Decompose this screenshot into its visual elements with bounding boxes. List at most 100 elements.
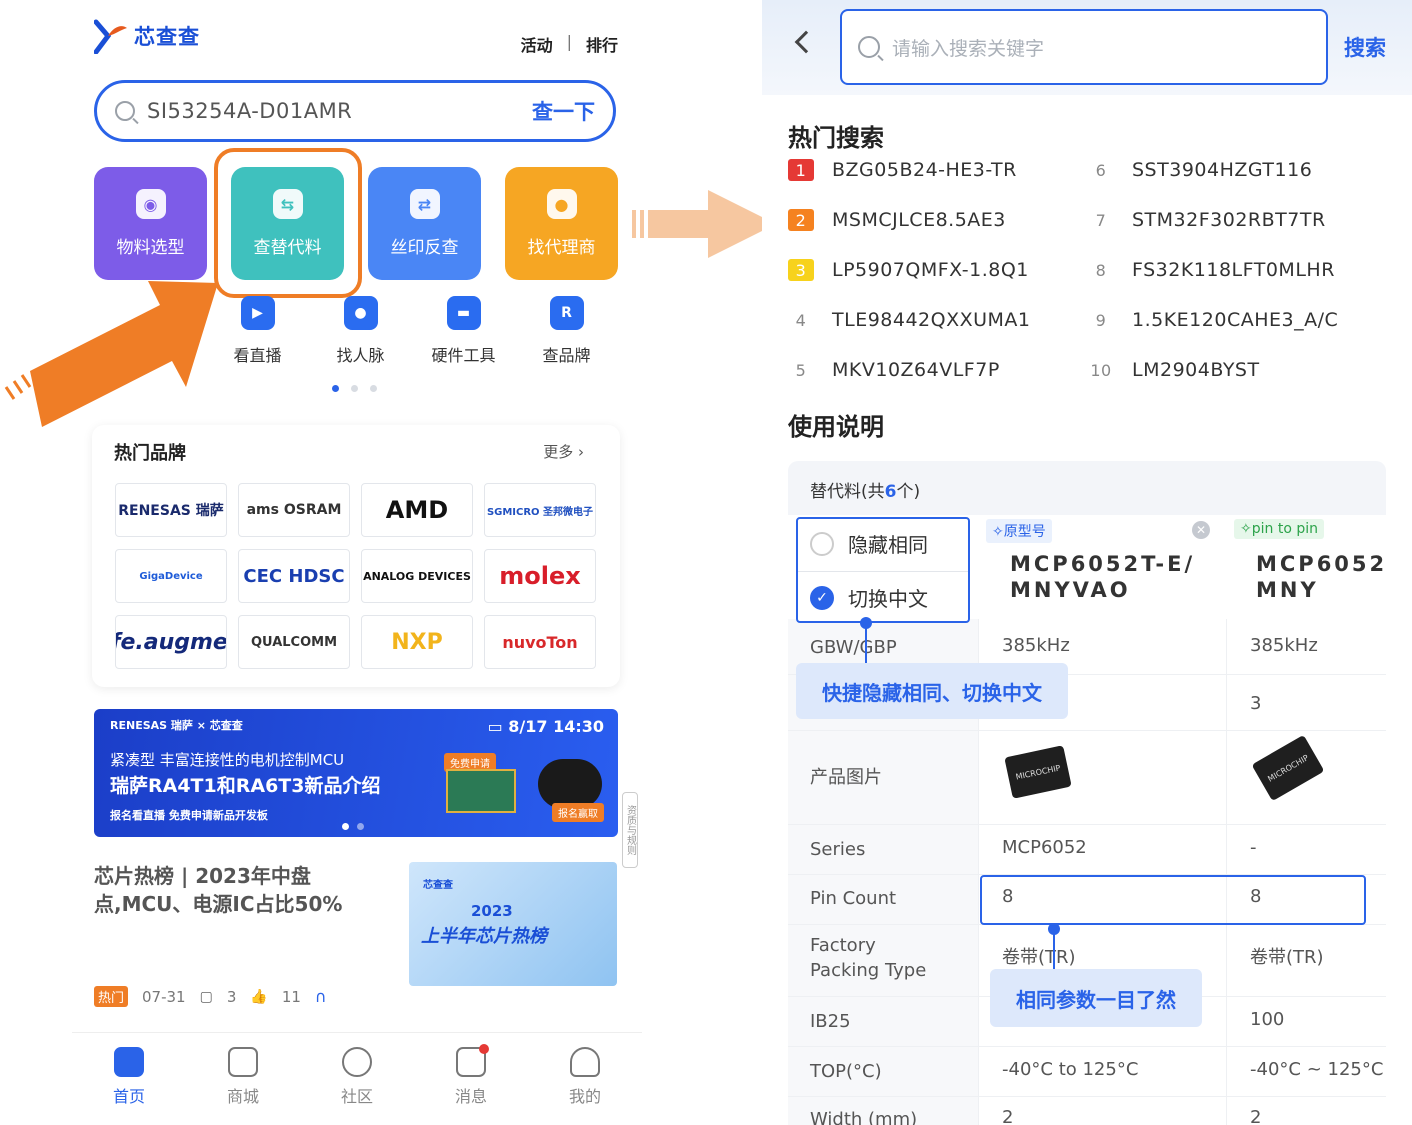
hot-item[interactable]: 7 STM32F302RBT7TR [1088, 209, 1326, 231]
value-alt: 385kHz [1250, 635, 1318, 656]
search-button[interactable]: 搜索 [1344, 32, 1386, 62]
hot-item[interactable]: 9 1.5KE120CAHE3_A/C [1088, 309, 1338, 331]
brand-renesas[interactable]: RENESAS 瑞萨 [115, 483, 227, 537]
search-button[interactable]: 查一下 [532, 96, 595, 126]
row-width: Width (mm) 2 2 [788, 1097, 1386, 1125]
brand-molex[interactable]: molex [484, 549, 596, 603]
brand-amd[interactable]: AMD [361, 483, 473, 537]
hot-item[interactable]: 5 MKV10Z64VLF7P [788, 359, 1000, 381]
tile-marking-lookup[interactable]: ⇄ 丝印反查 [368, 167, 481, 280]
rank-badge: 4 [795, 310, 807, 330]
comment-icon[interactable]: ▢ [200, 989, 213, 1005]
brand-hdsc[interactable]: CEC HDSC [238, 549, 350, 603]
search-input[interactable]: SI53254A-D01AMR [147, 99, 532, 123]
hot-part: LM2904BYST [1132, 359, 1260, 381]
quick-tools[interactable]: ▬ 硬件工具 [412, 296, 515, 366]
banner-indicator [342, 823, 364, 830]
banner-date: ▭ 8/17 14:30 [488, 717, 604, 736]
brand-name: 芯查查 [134, 25, 200, 49]
tile-find-agent[interactable]: ● 找代理商 [505, 167, 618, 280]
qualification-tab[interactable]: 资质与规则 [622, 792, 638, 868]
original-part-header: ✧原型号 ✕ MCP6052T-E/ MNYVAO [978, 515, 1226, 619]
rank-badge: 6 [1095, 160, 1107, 180]
count-prefix: 替代料(共 [810, 482, 885, 502]
tab-label: 我的 [568, 1087, 601, 1106]
brand-nuvoton[interactable]: nuvoTon [484, 615, 596, 669]
row-label: IB25 [810, 1011, 851, 1032]
alt-part-header: ✧pin to pin MCP6052 MNY [1226, 515, 1386, 619]
article-title[interactable]: 芯片热榜 | 2023年中盘点,MCU、电源IC占比50% [94, 862, 394, 918]
hot-item[interactable]: 4 TLE98442QXXUMA1 [788, 309, 1031, 331]
logo-mark-icon [94, 19, 127, 54]
tab-profile[interactable]: 我的 [528, 1033, 642, 1125]
article-date: 07-31 [142, 987, 186, 1006]
banner-subtitle: 紧凑型 丰富连接性的电机控制MCU [110, 751, 345, 769]
hot-item[interactable]: 6 SST3904HZGT116 [1088, 159, 1312, 181]
tab-shop[interactable]: 商城 [186, 1033, 300, 1125]
row-label: Pin Count [810, 888, 897, 909]
keyword-search-box[interactable]: 请输入搜索关键字 [840, 9, 1328, 85]
article-thumbnail[interactable]: 芯查查 2023 上半年芯片热榜 [409, 862, 617, 986]
brand-analog-devices[interactable]: ANALOG DEVICES [361, 549, 473, 603]
banner-dot [357, 823, 364, 830]
count-value: 6 [884, 482, 897, 502]
tip-dot [860, 617, 872, 629]
brands-more-link[interactable]: 更多 › [543, 441, 584, 462]
rank-badge: 3 [788, 259, 814, 281]
brand-sgmicro[interactable]: SGMICRO 圣邦微电子 [484, 483, 596, 537]
comment-count: 3 [226, 987, 237, 1006]
value-original: 385kHz [1002, 635, 1070, 656]
hot-item[interactable]: 1 BZG05B24-HE3-TR [788, 159, 1017, 181]
radio-unchecked-icon [810, 531, 834, 556]
marking-lookup-icon: ⇄ [409, 189, 440, 219]
page-dot [332, 385, 339, 392]
value-alt: 2 [1250, 1107, 1262, 1125]
like-icon[interactable]: 👍 [250, 989, 267, 1005]
close-icon[interactable]: ✕ [1192, 521, 1210, 539]
pin-to-pin-tag: ✧pin to pin [1234, 519, 1324, 539]
thumb-year: 2023 [471, 902, 513, 920]
brand-gigadevice[interactable]: GigaDevice [115, 549, 227, 603]
brand-qualcomm[interactable]: QUALCOMM [238, 615, 350, 669]
tab-messages[interactable]: 消息 [414, 1033, 528, 1125]
chip-image-alt: MICROCHIP [1251, 734, 1325, 802]
hot-item[interactable]: 8 FS32K118LFT0MLHR [1088, 259, 1335, 281]
hot-item[interactable]: 2 MSMCJLCE8.5AE3 [788, 209, 1006, 231]
banner-dot [342, 823, 349, 830]
tab-home[interactable]: 首页 [72, 1033, 186, 1125]
banner-tagline: 报名看直播 免费申请新品开发板 [110, 809, 268, 822]
promo-banner[interactable]: RENESAS 瑞萨 × 芯查查 ▭ 8/17 14:30 紧凑型 丰富连接性的… [94, 709, 618, 837]
hot-part: STM32F302RBT7TR [1132, 209, 1326, 231]
tile-material-select[interactable]: ◉ 物料选型 [94, 167, 207, 280]
comparison-header: 替代料(共6个) [788, 461, 1386, 515]
community-icon [342, 1047, 372, 1077]
hot-part: SST3904HZGT116 [1132, 159, 1313, 181]
option-switch-chinese[interactable]: ✓ 切换中文 [810, 583, 928, 612]
chevron-right-icon: › [578, 443, 584, 461]
tip-same-params: 相同参数一目了然 [990, 969, 1202, 1027]
quick-brand[interactable]: R 查品牌 [515, 296, 618, 366]
quick-contacts[interactable]: ● 找人脉 [309, 296, 412, 366]
option-hide-same[interactable]: 隐藏相同 [810, 529, 928, 558]
thumb-brand: 芯查查 [423, 880, 453, 891]
activity-link[interactable]: 活动 [521, 32, 553, 56]
home-search-bar[interactable]: SI53254A-D01AMR 查一下 [94, 80, 616, 142]
pin-count-highlight [980, 875, 1366, 925]
ranking-link[interactable]: 排行 [586, 32, 618, 56]
home-icon [114, 1047, 144, 1077]
tip-dot [1048, 923, 1060, 935]
headset-icon[interactable]: ∩ [315, 987, 327, 1006]
banner-grab-badge: 报名赢取 [552, 803, 604, 822]
hot-part: LP5907QMFX-1.8Q1 [832, 259, 1029, 281]
brand-st[interactable]: ST life.augmented [115, 615, 227, 669]
quick-label: 找人脉 [336, 346, 385, 365]
tab-community[interactable]: 社区 [300, 1033, 414, 1125]
search-input[interactable]: 请输入搜索关键字 [892, 34, 1044, 61]
hot-item[interactable]: 10 LM2904BYST [1088, 359, 1260, 381]
brand-nxp[interactable]: NXP [361, 615, 473, 669]
row-label: TOP(°C) [810, 1061, 882, 1082]
hot-item[interactable]: 3 LP5907QMFX-1.8Q1 [788, 259, 1029, 281]
value-original: MCP6052 [1002, 837, 1087, 858]
back-icon[interactable] [794, 30, 818, 54]
brand-ams-osram[interactable]: ams OSRAM [238, 483, 350, 537]
